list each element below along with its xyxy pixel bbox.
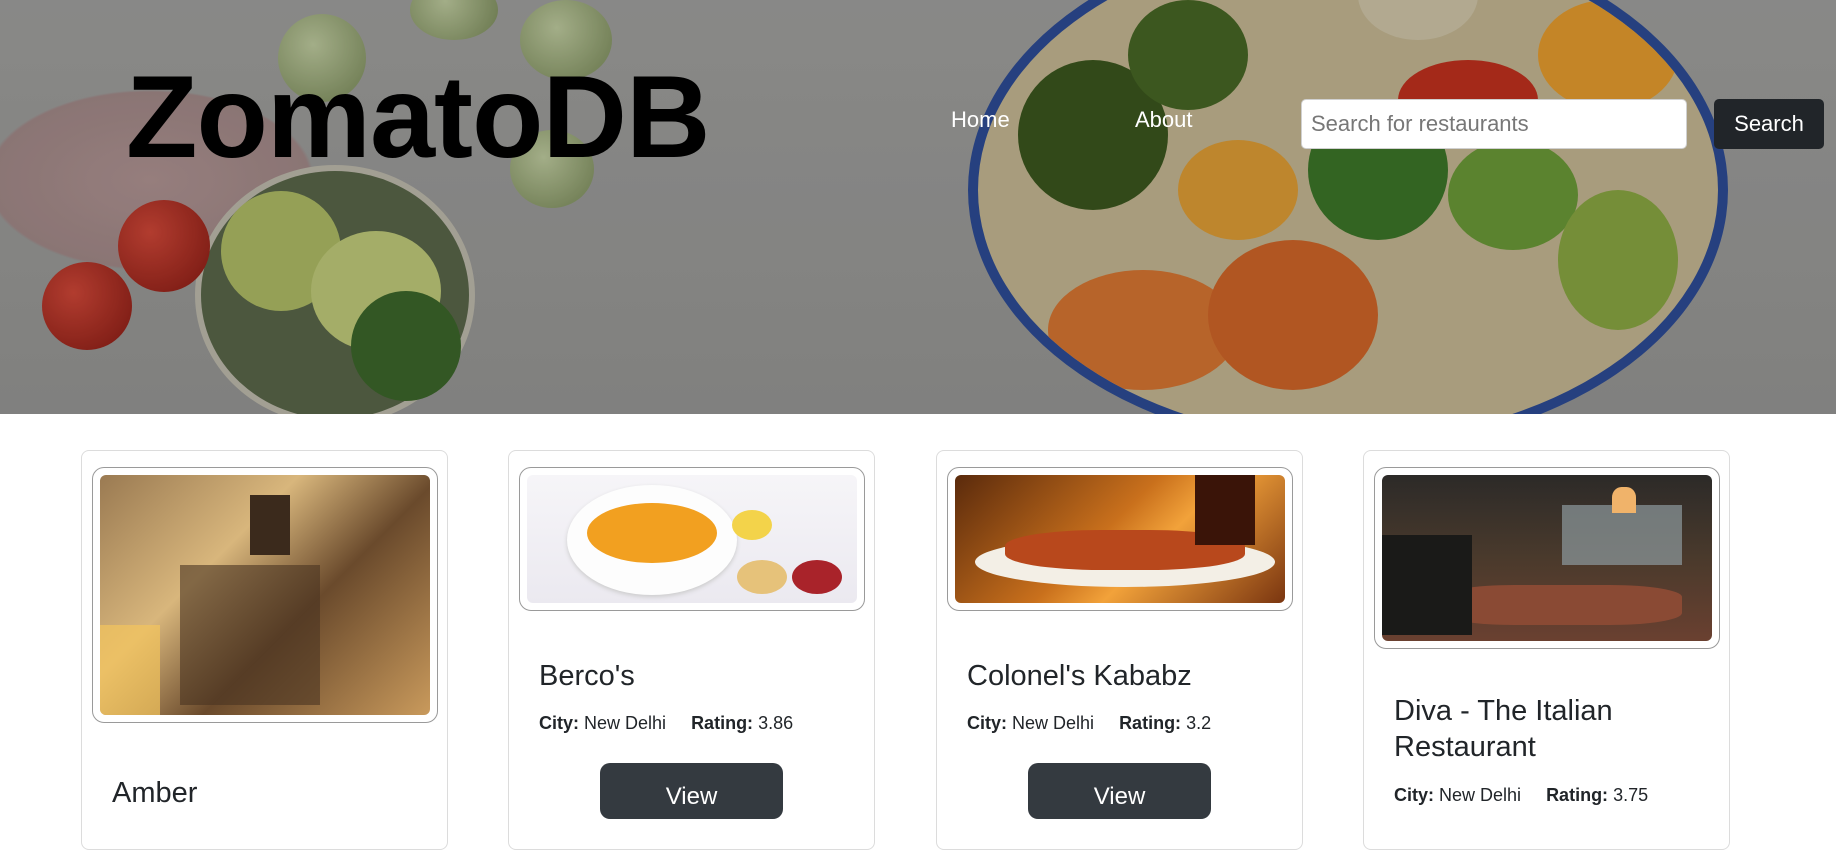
restaurant-card: Amber <box>81 450 448 850</box>
city-label: City: <box>967 713 1007 733</box>
restaurant-name: Colonel's Kababz <box>967 660 1192 692</box>
restaurant-card-grid: Amber Berco's City: New Delhi Rating: 3.… <box>0 450 1836 850</box>
view-button[interactable]: View <box>1028 763 1211 819</box>
restaurant-meta: City: New Delhi Rating: 3.2 <box>967 713 1211 734</box>
rating-value: 3.86 <box>758 713 794 733</box>
search-input[interactable] <box>1301 99 1687 149</box>
restaurant-card: Diva - The Italian Restaurant City: New … <box>1363 450 1730 850</box>
view-button[interactable]: View <box>600 763 783 819</box>
city-value: New Delhi <box>584 713 667 733</box>
brand-logo-text[interactable]: ZomatoDB <box>126 52 710 182</box>
restaurant-name: Diva - The Italian Restaurant <box>1394 695 1613 763</box>
rating-value: 3.75 <box>1613 785 1649 805</box>
restaurant-image-frame <box>947 467 1293 611</box>
restaurant-card: Berco's City: New Delhi Rating: 3.86 Vie… <box>508 450 875 850</box>
rating-value: 3.2 <box>1186 713 1212 733</box>
restaurant-image-frame <box>519 467 865 611</box>
rating-label: Rating: <box>1546 785 1609 805</box>
restaurant-photo <box>100 475 430 715</box>
city-value: New Delhi <box>1439 785 1522 805</box>
hero-banner: ZomatoDB Home About Search <box>0 0 1836 414</box>
restaurant-name: Berco's <box>539 660 635 692</box>
rating-label: Rating: <box>1119 713 1182 733</box>
restaurant-photo <box>527 475 857 603</box>
nav-home-link[interactable]: Home <box>951 107 1010 133</box>
city-value: New Delhi <box>1012 713 1095 733</box>
restaurant-image-frame <box>92 467 438 723</box>
restaurant-image-frame <box>1374 467 1720 649</box>
city-label: City: <box>1394 785 1434 805</box>
rating-label: Rating: <box>691 713 754 733</box>
restaurant-photo <box>955 475 1285 603</box>
restaurant-meta: City: New Delhi Rating: 3.86 <box>539 713 793 734</box>
restaurant-name: Amber <box>112 777 198 809</box>
restaurant-card: Colonel's Kababz City: New Delhi Rating:… <box>936 450 1303 850</box>
nav-about-link[interactable]: About <box>1135 107 1193 133</box>
restaurant-photo <box>1382 475 1712 641</box>
search-button[interactable]: Search <box>1714 99 1824 149</box>
city-label: City: <box>539 713 579 733</box>
